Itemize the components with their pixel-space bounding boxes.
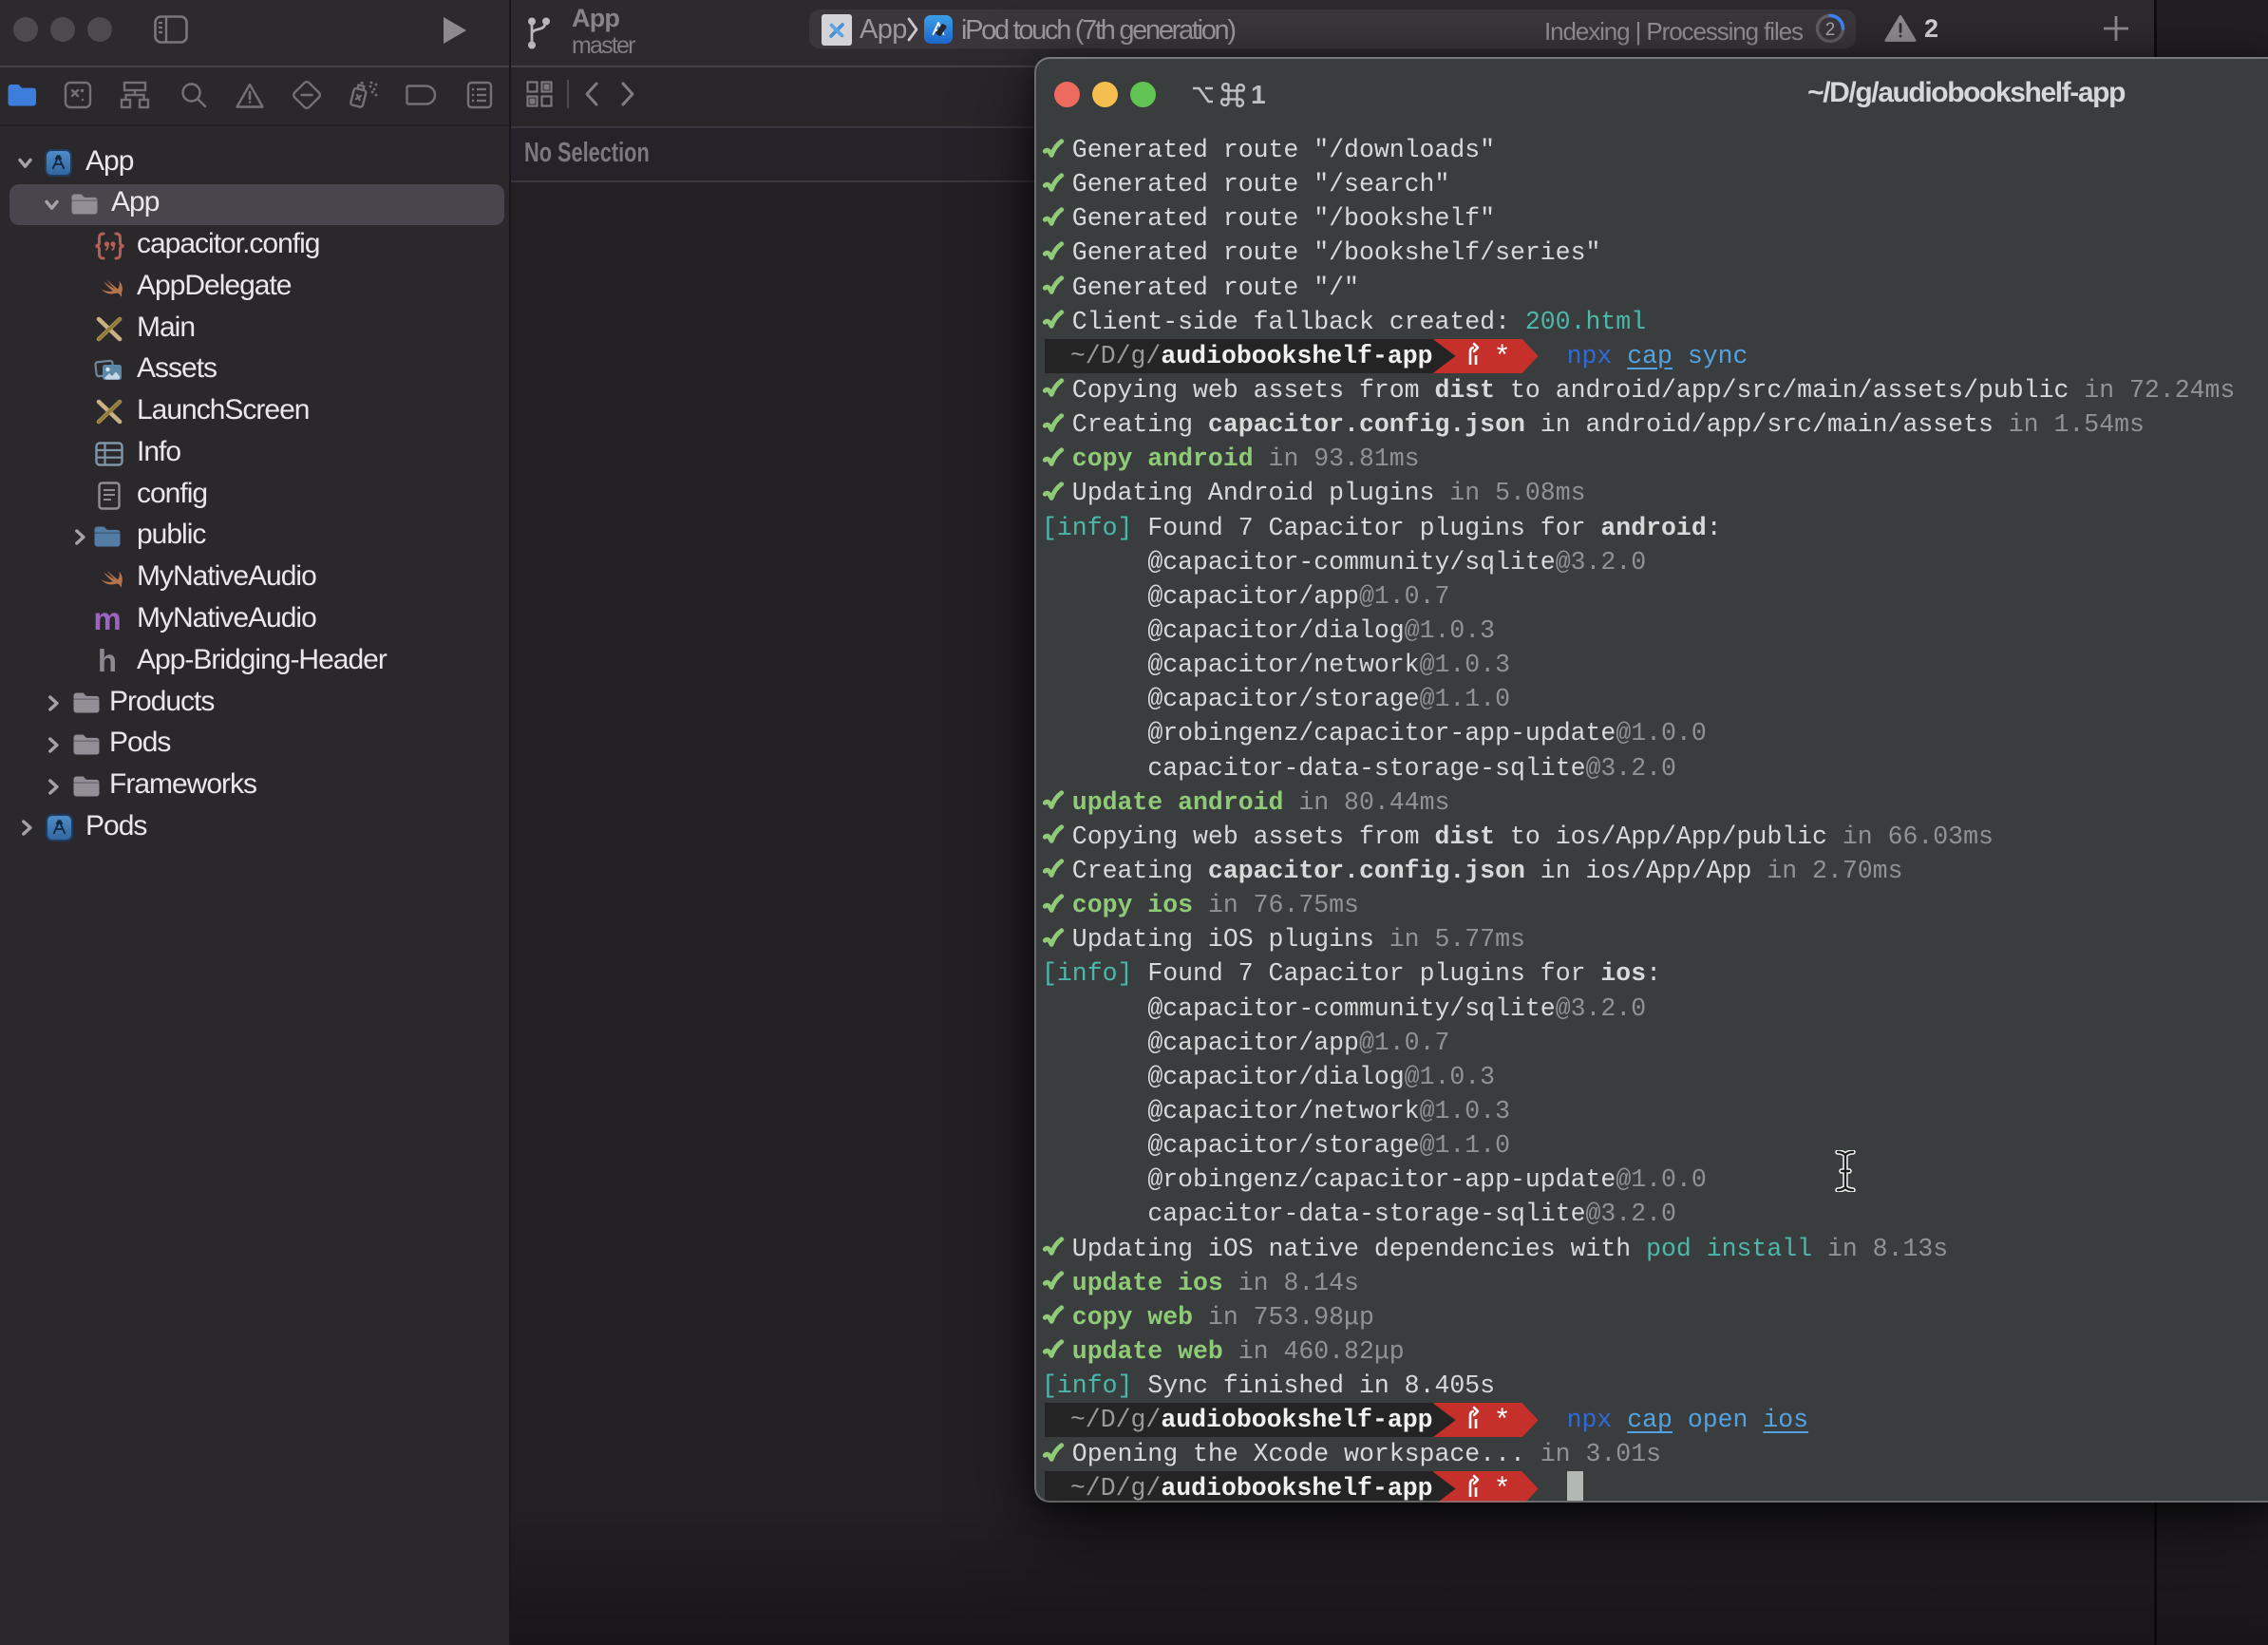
svg-text:2: 2	[1825, 20, 1836, 40]
